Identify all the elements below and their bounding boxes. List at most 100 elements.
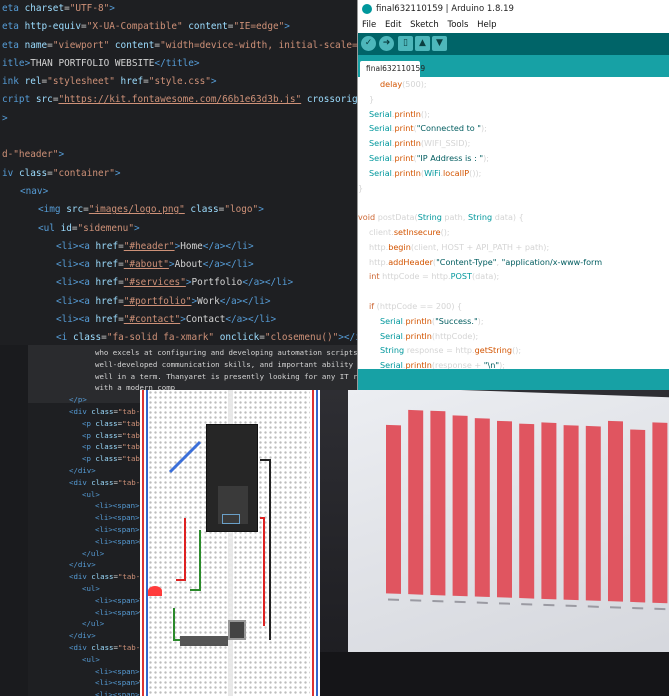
chart-tick-label	[410, 599, 422, 602]
code-token: <ul>	[82, 654, 100, 664]
code-token: >	[109, 3, 115, 14]
code-token: </a></li>	[219, 295, 271, 307]
upload-icon[interactable]: ➜	[379, 36, 394, 51]
code-token: println	[394, 138, 421, 149]
code-token: href	[95, 295, 119, 307]
code-token: </a></li>	[202, 240, 254, 252]
code-line: }	[358, 92, 669, 107]
code-token: </p>	[69, 395, 87, 405]
verify-icon[interactable]: ✓	[361, 36, 376, 51]
code-token: <li><a	[56, 259, 96, 271]
code-token: (500);	[402, 79, 427, 89]
open-sketch-icon[interactable]: ▲	[415, 36, 430, 51]
chart-tick-label	[499, 602, 510, 605]
chart-tick-label	[388, 598, 399, 601]
code-token: <li><span>	[95, 501, 140, 511]
arduino-app-icon	[362, 4, 372, 14]
code-token: Serial	[369, 108, 392, 119]
code-token: "X-UA-Compatible"	[86, 21, 183, 33]
code-line: who excels at configuring and developing…	[0, 347, 360, 359]
save-sketch-icon[interactable]: ▼	[432, 36, 447, 51]
code-token: int	[369, 271, 380, 282]
code-token: </div>	[69, 631, 96, 641]
chart-tick-label	[610, 606, 621, 609]
code-token: Work	[197, 295, 220, 307]
code-token: WiFi	[424, 167, 441, 178]
code-token: <li><span>	[95, 678, 140, 688]
tab-strip: final632110159	[358, 55, 669, 77]
menu-edit[interactable]: Edit	[385, 20, 401, 30]
code-token: >	[2, 112, 8, 124]
code-token: "IE=edge"	[233, 21, 285, 33]
code-token: eta	[2, 3, 25, 14]
code-line: Serial.println(httpCode);	[358, 329, 669, 344]
chart-tick-label	[632, 606, 644, 610]
code-token: class	[95, 442, 118, 452]
code-token: </div>	[69, 465, 96, 475]
status-bar	[358, 369, 669, 390]
chart-bar	[519, 423, 535, 599]
code-token: >	[210, 76, 217, 88]
code-token: Serial	[369, 123, 392, 134]
code-token: itle>	[2, 57, 31, 69]
code-token: "application/x-www-form	[501, 256, 603, 267]
code-token: <li><span>	[95, 513, 140, 523]
code-token: src	[66, 204, 84, 216]
menu-tools[interactable]: Tools	[447, 20, 468, 30]
chart-tick-label	[565, 604, 577, 608]
code-token: "images/logo.png"	[88, 204, 185, 216]
code-line: <li><a href="#services">Portfolio</a></l…	[0, 274, 360, 292]
code-token: addHeader	[388, 256, 433, 267]
code-token: ();	[512, 345, 522, 356]
code-token: localIP	[443, 167, 470, 178]
code-line: <img src="images/logo.png" class="logo">	[0, 201, 360, 219]
code-token: onclick	[214, 332, 260, 344]
code-token: "Success."	[435, 315, 478, 326]
tab-sketch[interactable]: final632110159	[360, 61, 425, 77]
code-token: response = http.	[404, 345, 475, 356]
code-token: "#services"	[123, 277, 186, 289]
menu-help[interactable]: Help	[477, 20, 496, 30]
chart-tick-label	[454, 600, 466, 604]
menu-file[interactable]: File	[362, 20, 376, 30]
code-line: <i class="fa-solid fa-xmark" onclick="cl…	[0, 329, 360, 345]
code-token: POST	[450, 271, 472, 282]
code-token: class	[72, 332, 102, 344]
code-token: <li><span>	[95, 524, 140, 534]
code-token: (httpCode);	[431, 330, 479, 341]
code-token: "IP Address is : "	[416, 152, 484, 163]
chart-bar	[608, 420, 623, 602]
code-token: http-equiv	[24, 21, 82, 33]
new-sketch-icon[interactable]: ▯	[398, 36, 413, 51]
menu-bar: File Edit Sketch Tools Help	[358, 18, 669, 33]
code-token: eta	[2, 21, 25, 33]
code-token: http.	[369, 256, 389, 267]
chart-tick-label	[543, 603, 555, 607]
code-token: httpCode = http.	[379, 271, 451, 282]
code-token: class	[91, 406, 114, 416]
code-token: );	[483, 152, 490, 163]
chart-bar	[408, 409, 424, 595]
code-token: </title>	[154, 57, 200, 69]
code-token: <li><span>	[95, 607, 140, 617]
code-token: rel	[24, 76, 42, 88]
potentiometer-icon	[228, 620, 246, 640]
code-token: <p	[82, 454, 96, 464]
code-token: ();	[420, 108, 430, 119]
code-token: (data);	[471, 271, 500, 282]
code-token: "logo"	[224, 204, 259, 216]
code-token: d-"header"	[2, 149, 59, 161]
code-token: getString	[474, 345, 513, 356]
code-token: "https://kit.fontawesome.com/66b1e63d3b.…	[58, 94, 302, 106]
code-token: Serial	[380, 330, 403, 341]
code-token: (WIFI_SSID);	[420, 138, 471, 149]
code-token: "UTF-8"	[69, 3, 110, 14]
code-line: ink rel="stylesheet" href="style.css">	[0, 73, 360, 91]
menu-sketch[interactable]: Sketch	[410, 20, 439, 30]
code-token: <p	[82, 442, 96, 452]
code-token: well-developed communication skills, and…	[95, 359, 360, 369]
sketch-editor[interactable]: delay(500);} Serial.println(); Serial.prin…	[358, 77, 669, 390]
code-token: class	[184, 204, 219, 216]
code-token: <div	[69, 572, 92, 582]
code-token: );	[477, 315, 484, 326]
